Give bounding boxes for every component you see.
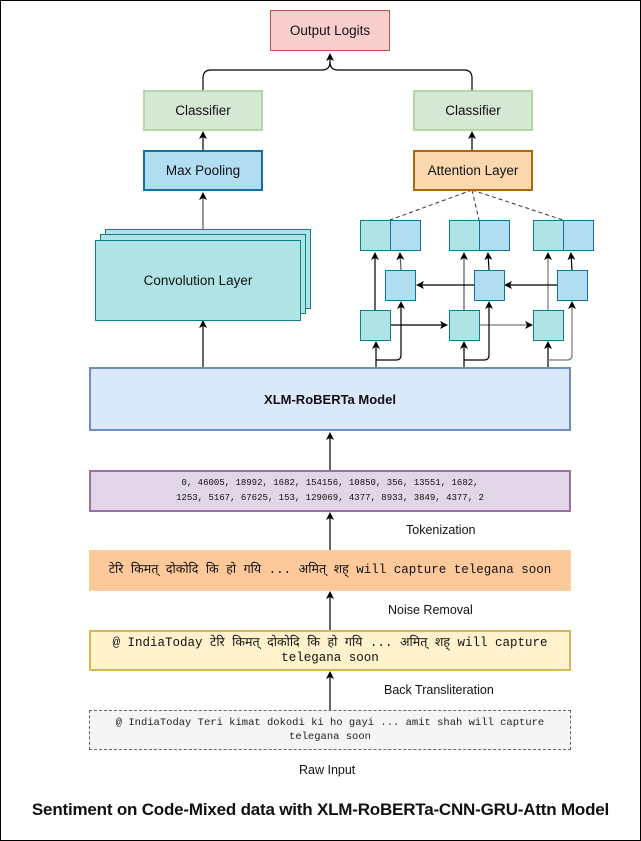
- token-ids-line-1: 0, 46005, 18992, 1682, 154156, 10850, 35…: [181, 478, 479, 488]
- noise-removal-label: Noise Removal: [388, 603, 473, 617]
- raw-input-text: @ IndiaToday Teri kimat dokodi ki ho gay…: [115, 717, 545, 743]
- back-transliteration-label: Back Transliteration: [384, 683, 494, 697]
- token-ids-line-2: 1253, 5167, 67625, 153, 129069, 4377, 89…: [176, 493, 484, 503]
- max-pooling-node: Max Pooling: [143, 150, 263, 191]
- classifier-left-node: Classifier: [143, 90, 263, 131]
- gru-backward-cell-1: [385, 270, 416, 301]
- attention-layer-label: Attention Layer: [427, 163, 519, 178]
- gru-output-forward-1: [360, 220, 391, 251]
- xlm-roberta-node: XLM-RoBERTa Model: [89, 367, 571, 431]
- attention-layer-node: Attention Layer: [413, 150, 533, 191]
- gru-forward-cell-1: [360, 310, 391, 341]
- noise-removed-node: टेरि किमत् दोकोदि कि हो गयि ... अमित् शह…: [89, 550, 571, 591]
- gru-output-backward-3: [563, 220, 594, 251]
- output-logits-node: Output Logits: [270, 10, 390, 51]
- max-pooling-label: Max Pooling: [165, 163, 241, 178]
- token-ids-node: 0, 46005, 18992, 1682, 154156, 10850, 35…: [89, 470, 571, 512]
- gru-output-forward-3: [533, 220, 564, 251]
- gru-output-backward-2: [479, 220, 510, 251]
- xlm-roberta-label: XLM-RoBERTa Model: [264, 391, 396, 407]
- raw-input-label: Raw Input: [299, 763, 356, 777]
- convolution-layer-label: Convolution Layer: [143, 273, 253, 288]
- tokenization-label: Tokenization: [406, 523, 476, 537]
- classifier-right-label: Classifier: [445, 103, 501, 118]
- raw-input-node: @ IndiaToday Teri kimat dokodi ki ho gay…: [89, 710, 571, 750]
- gru-output-forward-2: [449, 220, 480, 251]
- convolution-layer-node: Convolution Layer: [95, 240, 301, 321]
- transliterated-node: @ IndiaToday टेरि किमत् दोकोदि कि हो गयि…: [89, 630, 571, 671]
- classifier-left-label: Classifier: [175, 103, 231, 118]
- gru-forward-cell-2: [449, 310, 480, 341]
- output-logits-label: Output Logits: [289, 23, 371, 38]
- gru-backward-cell-2: [474, 270, 505, 301]
- gru-forward-cell-3: [533, 310, 564, 341]
- noise-removed-text: टेरि किमत् दोकोदि कि हो गयि ... अमित् शह…: [108, 563, 552, 577]
- transliterated-text: @ IndiaToday टेरि किमत् दोकोदि कि हो गयि…: [112, 635, 548, 665]
- classifier-right-node: Classifier: [413, 90, 533, 131]
- diagram-title: Sentiment on Code-Mixed data with XLM-Ro…: [31, 800, 610, 819]
- gru-backward-cell-3: [557, 270, 588, 301]
- gru-output-backward-1: [390, 220, 421, 251]
